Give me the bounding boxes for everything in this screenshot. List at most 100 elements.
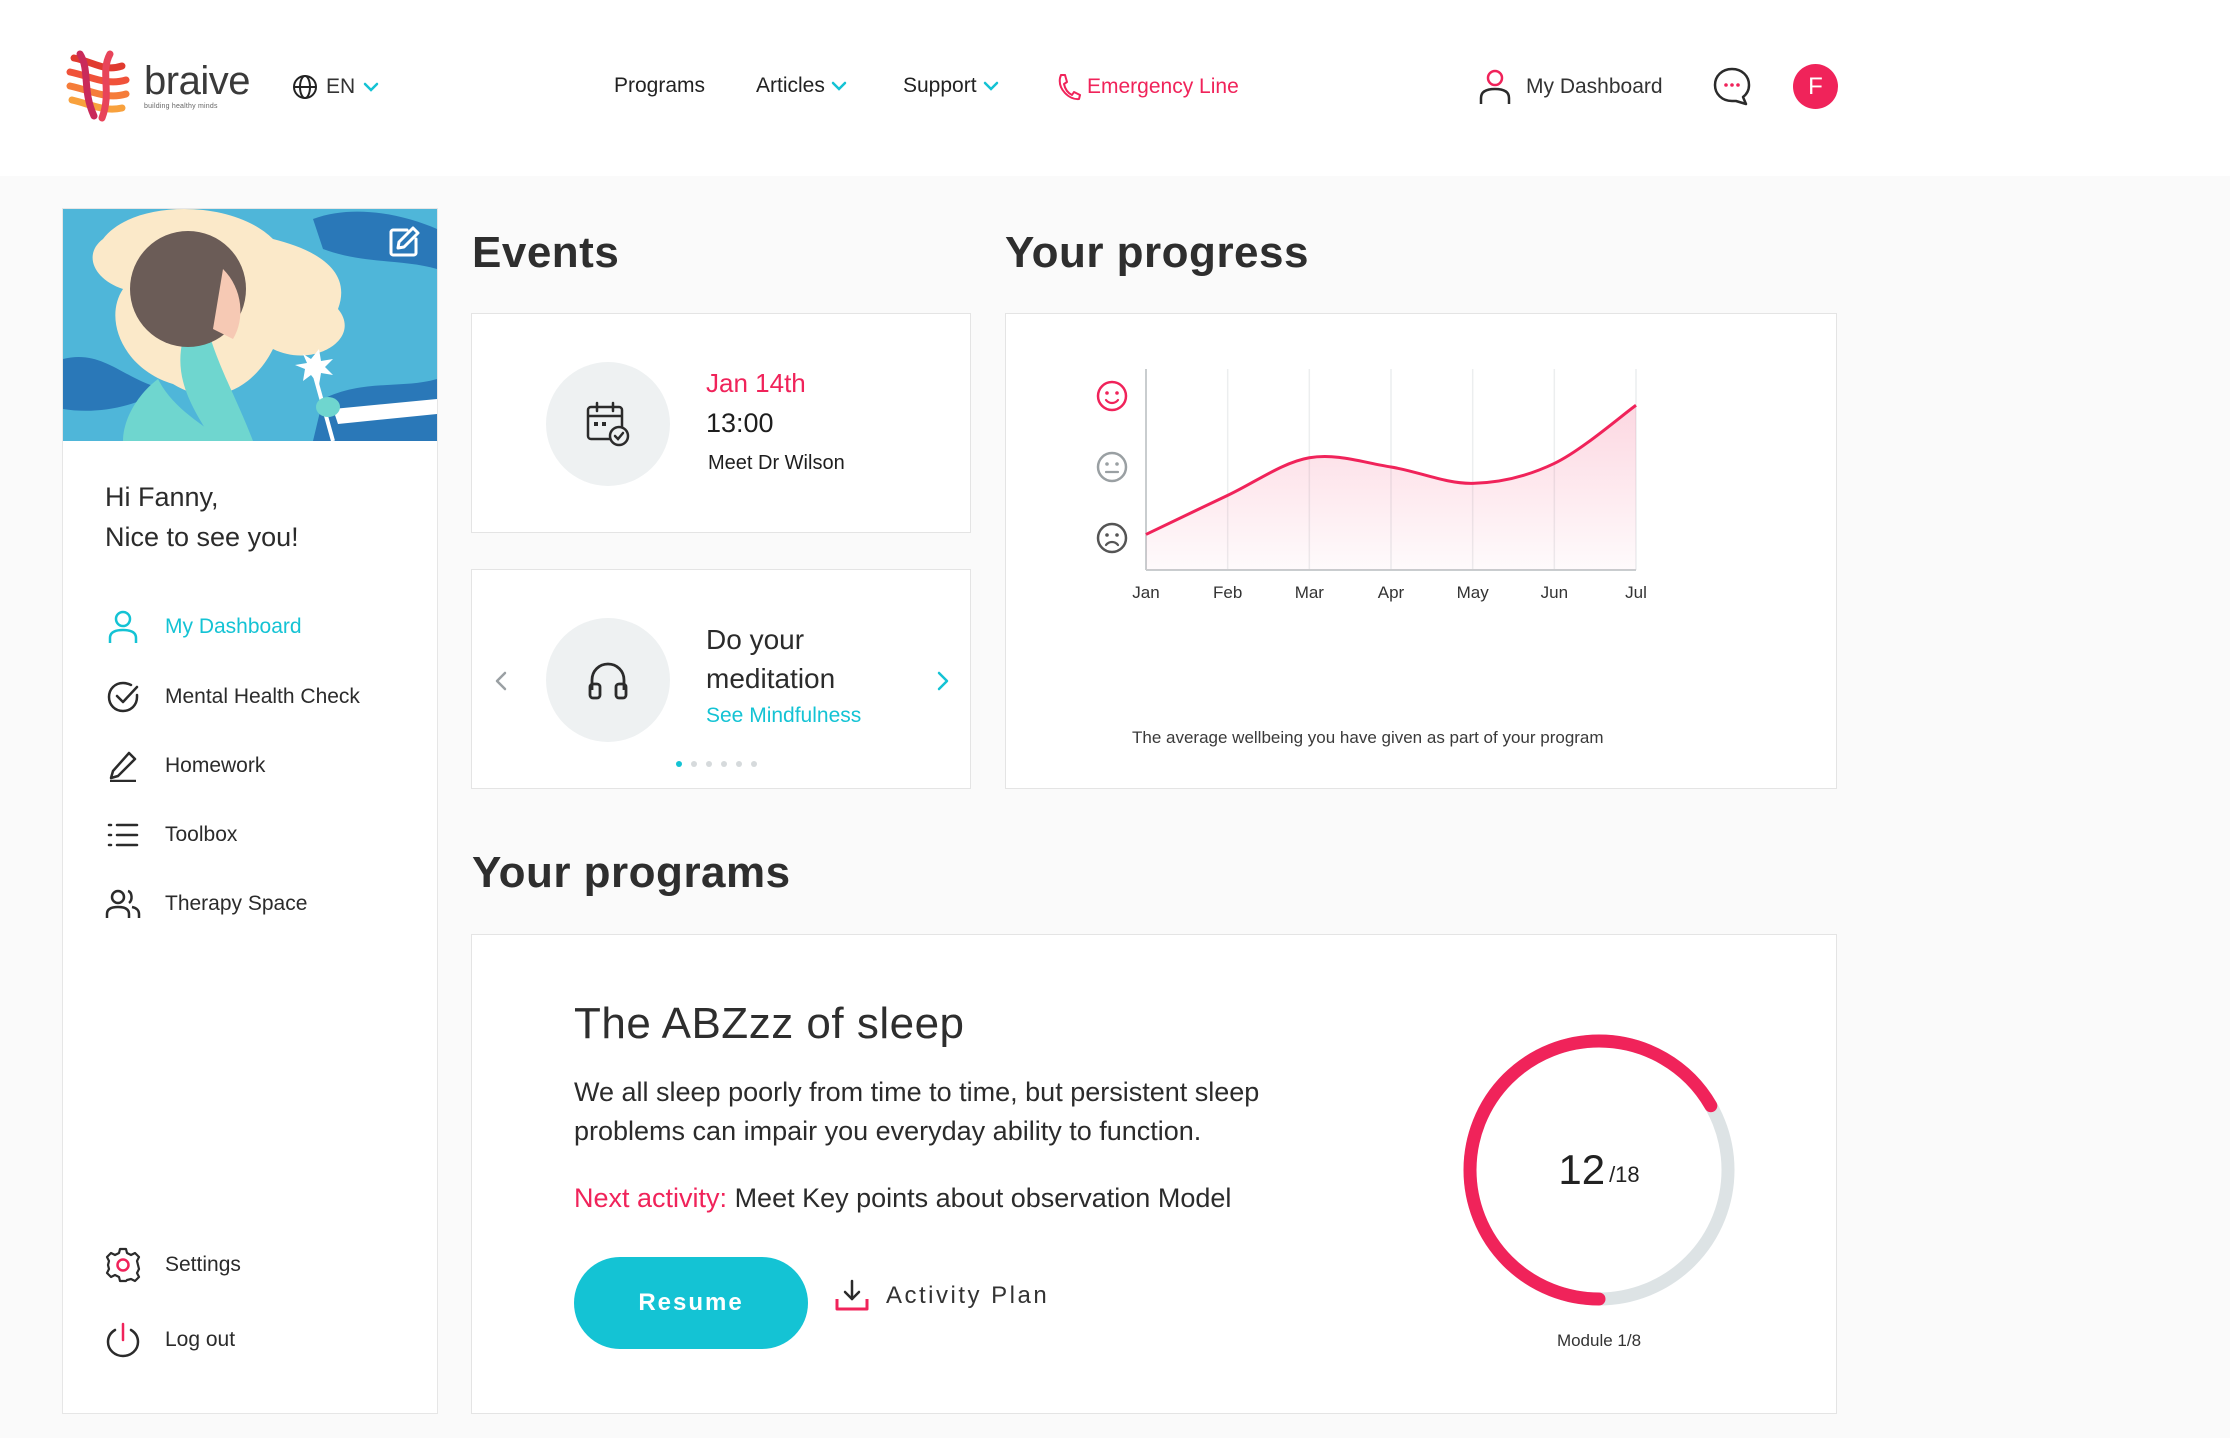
neutral-face-icon xyxy=(1096,451,1128,483)
nav-emergency-label: Emergency Line xyxy=(1087,75,1239,98)
nav-articles-label: Articles xyxy=(756,74,825,97)
carousel-dot[interactable] xyxy=(736,761,742,767)
x-tick-label: Feb xyxy=(1213,583,1242,602)
calendar-check-icon xyxy=(586,401,630,447)
next-activity[interactable]: Next activity: Meet Key points about obs… xyxy=(574,1183,1231,1214)
my-dashboard-link[interactable]: My Dashboard xyxy=(1478,68,1663,106)
event-description: Meet Dr Wilson xyxy=(708,452,845,474)
nav-programs[interactable]: Programs xyxy=(614,74,705,98)
nav-support-label: Support xyxy=(903,74,977,97)
sidebar-item-log-out[interactable]: Log out xyxy=(105,1322,235,1358)
x-tick-label: Jun xyxy=(1541,583,1568,602)
event-icon-circle xyxy=(546,362,670,486)
carousel-prev-button[interactable] xyxy=(486,666,516,696)
chevron-down-icon xyxy=(363,82,379,92)
activity-plan-button[interactable]: Activity Plan xyxy=(834,1279,1049,1313)
see-mindfulness-link[interactable]: See Mindfulness xyxy=(706,704,861,728)
next-activity-value: Meet Key points about observation Model xyxy=(734,1183,1232,1213)
profile-cover-illustration xyxy=(63,209,437,441)
x-tick-label: May xyxy=(1457,583,1490,602)
program-card: The ABZzz of sleep We all sleep poorly f… xyxy=(471,934,1837,1414)
sidebar-item-label: Homework xyxy=(165,754,266,777)
sidebar: Hi Fanny, Nice to see you! My Dashboard … xyxy=(62,208,438,1414)
programs-title: Your programs xyxy=(472,848,791,897)
chevron-down-icon xyxy=(831,81,847,91)
x-tick-label: Jul xyxy=(1625,583,1647,602)
module-label: Module 1/8 xyxy=(1556,1331,1642,1350)
chat-icon[interactable] xyxy=(1712,66,1752,106)
carousel-dot[interactable] xyxy=(721,761,727,767)
sidebar-item-label: Settings xyxy=(165,1253,241,1276)
x-tick-label: Apr xyxy=(1378,583,1405,602)
sidebar-item-label: Toolbox xyxy=(165,823,238,846)
pencil-icon xyxy=(105,748,141,784)
check-circle-icon xyxy=(105,679,141,715)
carousel-dots xyxy=(676,761,757,767)
carousel-dot[interactable] xyxy=(691,761,697,767)
brand-tagline: building healthy minds xyxy=(144,102,218,110)
carousel-next-button[interactable] xyxy=(928,666,958,696)
greeting-name: Hi Fanny, xyxy=(105,482,219,512)
meditation-icon-circle xyxy=(546,618,670,742)
sidebar-item-label: Mental Health Check xyxy=(165,685,360,708)
user-avatar[interactable]: F xyxy=(1793,64,1838,109)
phone-icon xyxy=(1058,74,1081,101)
program-total-count: /18 xyxy=(1609,1162,1640,1187)
chevron-right-icon xyxy=(937,671,949,691)
brand-name: braive xyxy=(144,58,250,103)
sad-face-icon xyxy=(1096,522,1128,554)
meditation-title: Do your meditation xyxy=(706,624,836,694)
wellbeing-chart: Jan Feb Mar Apr May Jun Jul xyxy=(1096,369,1647,602)
sidebar-item-mental-health-check[interactable]: Mental Health Check xyxy=(105,679,360,715)
next-activity-label: Next activity: xyxy=(574,1183,728,1213)
sidebar-item-my-dashboard[interactable]: My Dashboard xyxy=(105,609,302,645)
events-title: Events xyxy=(472,228,620,277)
sidebar-item-toolbox[interactable]: Toolbox xyxy=(105,817,237,853)
meditation-carousel-card: Do your meditation See Mindfulness xyxy=(471,569,971,789)
download-icon xyxy=(835,1279,869,1311)
power-icon xyxy=(105,1322,141,1358)
carousel-dot[interactable] xyxy=(676,761,682,767)
language-selector[interactable]: EN xyxy=(292,74,379,100)
globe-icon xyxy=(293,75,317,99)
carousel-dot[interactable] xyxy=(751,761,757,767)
progress-title: Your progress xyxy=(1005,228,1309,277)
carousel-dot[interactable] xyxy=(706,761,712,767)
sidebar-item-label: Therapy Space xyxy=(165,892,308,915)
my-dashboard-label: My Dashboard xyxy=(1526,75,1663,98)
top-bar: braive building healthy minds EN Program… xyxy=(0,0,2230,176)
headphones-icon xyxy=(588,662,628,700)
sidebar-item-label: My Dashboard xyxy=(165,615,302,638)
woman-with-flower-illustration xyxy=(63,209,437,441)
list-icon xyxy=(105,817,141,853)
event-card[interactable]: Jan 14th 13:00 Meet Dr Wilson xyxy=(471,313,971,533)
sidebar-item-therapy-space[interactable]: Therapy Space xyxy=(105,886,307,922)
users-icon xyxy=(105,886,141,922)
progress-chart-card: Jan Feb Mar Apr May Jun Jul The average wellbe… xyxy=(1005,313,1837,789)
braive-logo[interactable]: braive building healthy minds xyxy=(60,46,250,124)
nav-emergency-line[interactable]: Emergency Line xyxy=(1055,72,1239,102)
program-name: The ABZzz of sleep xyxy=(574,999,965,1048)
sidebar-item-label: Log out xyxy=(165,1328,236,1351)
gear-icon xyxy=(105,1247,141,1283)
activity-plan-label: Activity Plan xyxy=(886,1282,1050,1309)
nav-programs-label: Programs xyxy=(614,74,706,97)
sidebar-item-settings[interactable]: Settings xyxy=(105,1247,241,1283)
greeting-message: Nice to see you! xyxy=(105,522,299,552)
resume-button[interactable]: Resume xyxy=(574,1257,808,1349)
x-tick-label: Mar xyxy=(1295,583,1325,602)
chart-caption: The average wellbeing you have given as … xyxy=(1132,728,1604,747)
user-icon xyxy=(1479,69,1511,104)
nav-support[interactable]: Support xyxy=(903,74,999,98)
sidebar-item-homework[interactable]: Homework xyxy=(105,748,265,784)
chevron-left-icon xyxy=(495,671,507,691)
program-progress-label: 12 /18 xyxy=(1454,1025,1744,1315)
language-label: EN xyxy=(326,75,356,98)
program-completed-count: 12 xyxy=(1558,1146,1606,1193)
edit-cover-icon[interactable] xyxy=(387,225,421,259)
event-time: 13:00 xyxy=(706,408,774,438)
nav-articles[interactable]: Articles xyxy=(756,74,847,98)
greeting: Hi Fanny, Nice to see you! xyxy=(105,477,299,557)
program-description: We all sleep poorly from time to time, b… xyxy=(574,1077,1260,1146)
user-icon xyxy=(105,609,141,645)
